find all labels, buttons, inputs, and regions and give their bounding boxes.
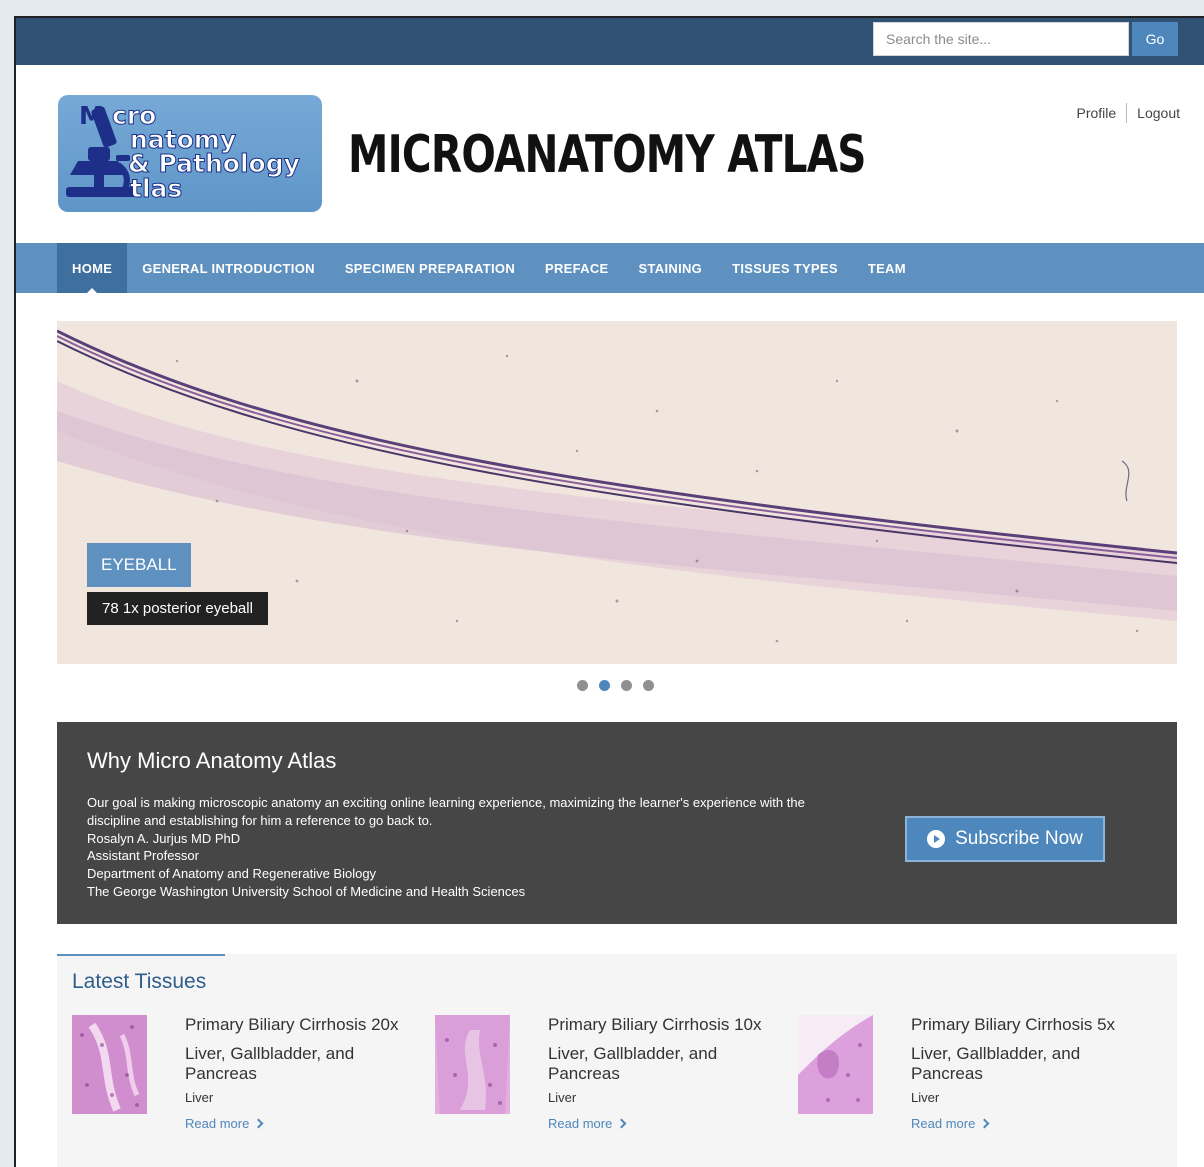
logo-word-tlas: tlas (129, 174, 183, 203)
nav-item-label: STAINING (638, 260, 703, 276)
profile-link[interactable]: Profile (1076, 105, 1116, 121)
tissue-title[interactable]: Primary Biliary Cirrhosis 10x (548, 1015, 761, 1035)
image-slider[interactable]: EYEBALL 78 1x posterior eyeball (57, 321, 1177, 664)
tissue-thumbnail[interactable] (435, 1015, 510, 1114)
nav-item-label: GENERAL INTRODUCTION (142, 260, 315, 276)
nav-item-tissues-types[interactable]: TISSUES TYPES (717, 243, 853, 293)
site-logo[interactable]: M cro natomy & Pathology tlas (58, 95, 322, 212)
read-more-label: Read more (185, 1116, 250, 1131)
slide-title[interactable]: EYEBALL (87, 543, 191, 587)
browser-page: Go M cro natomy & Pathology tlas (14, 16, 1204, 1167)
tissue-thumbnail[interactable] (798, 1015, 873, 1114)
why-goal-text: Our goal is making microscopic anatomy a… (87, 795, 805, 828)
play-circle-icon (927, 830, 946, 848)
author-school: The George Washington University School … (87, 883, 526, 899)
chevron-right-icon (253, 1118, 264, 1129)
read-more-label: Read more (911, 1116, 976, 1131)
read-more-label: Read more (548, 1116, 613, 1131)
tissue-card: Primary Biliary Cirrhosis 10x Liver, Gal… (435, 1015, 785, 1145)
subscribe-label: Subscribe Now (955, 828, 1083, 849)
author-department: Department of Anatomy and Regenerative B… (87, 866, 377, 882)
tissue-category: Liver, Gallbladder, and Pancreas (911, 1044, 1081, 1083)
nav-item-staining[interactable]: STAINING (624, 243, 718, 293)
tissue-subcategory: Liver (911, 1090, 940, 1105)
slider-dot-4[interactable] (643, 680, 654, 691)
nav-item-label: HOME (72, 260, 113, 276)
tissue-card: Primary Biliary Cirrhosis 5x Liver, Gall… (798, 1015, 1148, 1145)
slider-dot-1[interactable] (577, 680, 588, 691)
tissue-category: Liver, Gallbladder, and Pancreas (548, 1044, 718, 1083)
chevron-right-icon (616, 1118, 627, 1129)
slider-dot-3[interactable] (621, 680, 632, 691)
nav-item-label: PREFACE (545, 260, 609, 276)
nav-item-label: TISSUES TYPES (732, 260, 838, 276)
why-heading: Why Micro Anatomy Atlas (87, 748, 337, 773)
tissue-title[interactable]: Primary Biliary Cirrhosis 5x (911, 1015, 1115, 1035)
user-links-divider (1126, 103, 1128, 123)
main-navigation: HOME GENERAL INTRODUCTION SPECIMEN PREPA… (16, 243, 1204, 293)
section-tab-indicator (57, 954, 225, 956)
search-go-button[interactable]: Go (1132, 22, 1178, 56)
author-name: Rosalyn A. Jurjus MD PhD (87, 830, 241, 846)
read-more-link[interactable]: Read more (185, 1116, 264, 1131)
slider-pagination (577, 680, 654, 691)
nav-item-label: SPECIMEN PREPARATION (344, 260, 516, 276)
tissue-subcategory: Liver (185, 1090, 214, 1105)
read-more-link[interactable]: Read more (548, 1116, 627, 1131)
logo-word-pathology: & Pathology (128, 149, 301, 178)
tissue-card: Primary Biliary Cirrhosis 20x Liver, Gal… (72, 1015, 422, 1145)
nav-item-specimen-preparation[interactable]: SPECIMEN PREPARATION (330, 243, 530, 293)
top-bar: Go (16, 18, 1204, 65)
site-title: MICROANATOMY ATLAS (348, 125, 867, 185)
subscribe-button[interactable]: Subscribe Now (905, 816, 1105, 862)
logout-link[interactable]: Logout (1137, 105, 1180, 121)
nav-item-home[interactable]: HOME (57, 243, 128, 293)
chevron-right-icon (979, 1118, 990, 1129)
nav-item-preface[interactable]: PREFACE (530, 243, 624, 293)
site-header: M cro natomy & Pathology tlas MICROANATO… (16, 65, 1204, 243)
tissue-title[interactable]: Primary Biliary Cirrhosis 20x (185, 1015, 398, 1035)
logo-letter-m: M (79, 101, 104, 130)
user-links: Profile Logout (1076, 103, 1180, 123)
tissue-thumbnail[interactable] (72, 1015, 147, 1114)
why-section: Why Micro Anatomy Atlas Our goal is maki… (57, 722, 1177, 924)
nav-item-general-introduction[interactable]: GENERAL INTRODUCTION (127, 243, 330, 293)
tissue-subcategory: Liver (548, 1090, 577, 1105)
author-title: Assistant Professor (87, 848, 199, 864)
slider-dot-2[interactable] (599, 680, 610, 691)
latest-tissues-section: Latest Tissues Primary Biliary Cirrhosis… (57, 954, 1177, 1167)
read-more-link[interactable]: Read more (911, 1116, 990, 1131)
slide-caption: 78 1x posterior eyeball (87, 592, 268, 625)
nav-item-label: TEAM (867, 260, 906, 276)
tissue-category: Liver, Gallbladder, and Pancreas (185, 1044, 355, 1083)
search-input[interactable] (873, 22, 1129, 56)
nav-item-team[interactable]: TEAM (853, 243, 921, 293)
latest-heading: Latest Tissues (72, 970, 207, 993)
why-body: Our goal is making microscopic anatomy a… (87, 794, 847, 901)
